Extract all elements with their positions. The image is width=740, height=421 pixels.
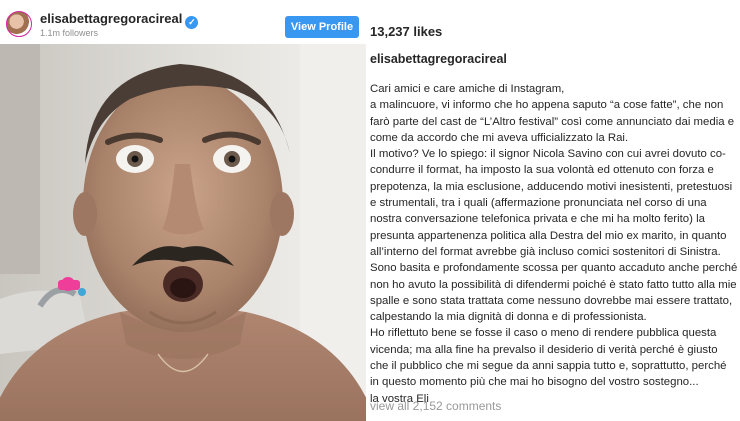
follower-count: 1.1m followers [40, 28, 99, 38]
post-photo[interactable] [0, 44, 366, 421]
caption-line: a malincuore, vi informo che ho appena s… [370, 99, 735, 144]
caption-line: Ho riflettuto bene se fosse il caso o me… [370, 327, 727, 389]
caption-line: Cari amici e care amiche di Instagram, [370, 83, 565, 95]
post-sidebar: 13,237 likes elisabettagregoracireal Car… [370, 0, 738, 421]
caption-line: Il motivo? Ve lo spiego: il signor Nicol… [370, 148, 733, 258]
caption-username[interactable]: elisabettagregoracireal [370, 52, 507, 66]
caption-line: Sono basita e profondamente scossa per q… [370, 262, 738, 324]
selfie-image [0, 44, 366, 421]
view-profile-button[interactable]: View Profile [285, 16, 359, 38]
profile-avatar[interactable] [6, 11, 32, 37]
view-all-comments-link[interactable]: view all 2,152 comments [370, 399, 501, 413]
caption-text: Cari amici e care amiche di Instagram, a… [370, 81, 738, 407]
verified-badge-icon: ✓ [185, 16, 199, 29]
header-username[interactable]: elisabettagregoracireal ✓ [40, 11, 199, 29]
likes-count[interactable]: 13,237 likes [370, 24, 442, 39]
header-username-text[interactable]: elisabettagregoracireal [40, 11, 182, 26]
post-header: elisabettagregoracireal ✓ 1.1m followers … [0, 0, 366, 44]
